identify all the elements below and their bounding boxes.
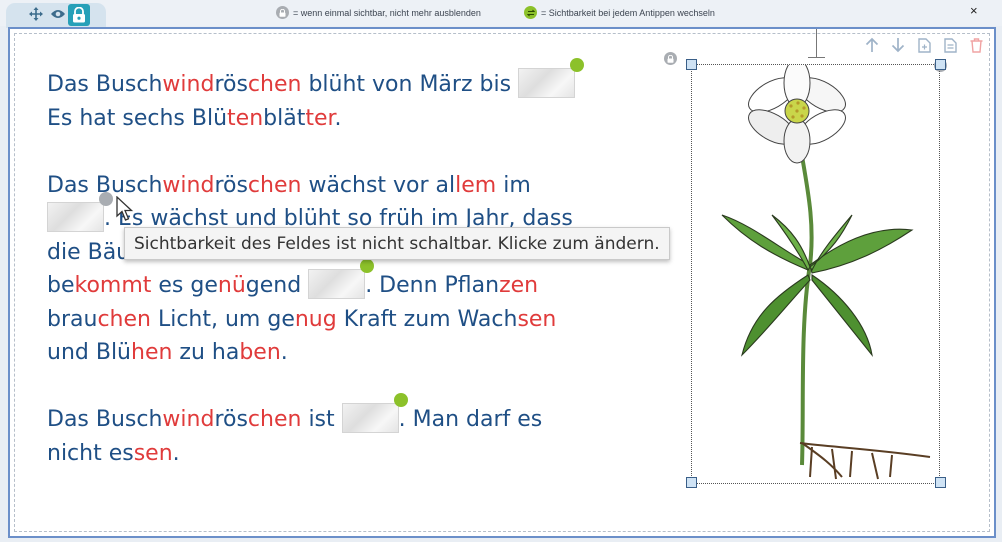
- trash-icon[interactable]: [968, 37, 984, 53]
- syllable: es ge: [151, 273, 218, 298]
- close-button[interactable]: ×: [970, 3, 978, 18]
- syllable-red: chen: [247, 72, 302, 97]
- syllable: zu ha: [172, 340, 240, 365]
- syllable-red: wind: [162, 72, 215, 97]
- image-frame[interactable]: [691, 58, 940, 484]
- toggle-badge-icon[interactable]: [393, 393, 408, 407]
- rotate-handle-bar[interactable]: [808, 57, 825, 58]
- text-line: nicht essen.: [47, 437, 667, 471]
- eye-icon[interactable]: [49, 5, 67, 23]
- duplicate-icon[interactable]: [916, 37, 932, 53]
- arrow-down-icon[interactable]: [890, 37, 906, 53]
- syllable: brau: [47, 306, 98, 332]
- syllable: . Man darf es: [398, 407, 543, 432]
- syllable-red: chen: [97, 306, 151, 332]
- hidden-word-field[interactable]: [47, 192, 113, 232]
- syllable: blüht von März bis: [301, 72, 519, 97]
- syllable: wächst vor al: [301, 172, 456, 198]
- syllable-red: sen: [517, 306, 557, 332]
- syllable-red: hen: [131, 340, 173, 365]
- wood-anemone-illustration: [721, 58, 931, 480]
- syllable: rös: [214, 407, 248, 432]
- syllable-red: kommt: [74, 273, 152, 298]
- worksheet-panel: Das Buschwindröschen blüht von März bis …: [8, 27, 996, 538]
- move-icon[interactable]: [27, 5, 45, 23]
- text-line: bekommt es genügend . Denn Pflanzen: [47, 259, 667, 303]
- hidden-word-field[interactable]: [518, 58, 585, 98]
- syllable: Kraft zum Wach: [336, 306, 518, 332]
- element-actions: [864, 37, 984, 53]
- lock-badge-icon[interactable]: [99, 192, 113, 206]
- syllable: im: [496, 172, 531, 198]
- legend-once-visible-label: = wenn einmal sichtbar, nicht mehr ausbl…: [293, 7, 481, 18]
- image-lock-badge-icon[interactable]: [664, 52, 677, 65]
- syllable: .: [280, 340, 288, 365]
- syllable-red: nug: [294, 306, 337, 332]
- resize-handle-top-right[interactable]: [935, 59, 946, 70]
- toggle-badge-icon[interactable]: [360, 259, 375, 273]
- text-line: brauchen Licht, um genug Kraft zum Wachs…: [47, 303, 667, 337]
- syllable-red: nü: [217, 273, 246, 298]
- text-line: Das Buschwindröschen wächst vor allem im: [47, 169, 667, 203]
- text-line: und Blühen zu haben.: [47, 336, 667, 370]
- syllable-red: lem: [455, 172, 497, 198]
- syllable: . Denn Pflan: [365, 273, 500, 298]
- visibility-tooltip: Sichtbarkeit des Feldes ist nicht schalt…: [124, 227, 670, 260]
- text-line: Das Buschwindröschen ist . Man darf es: [47, 393, 667, 437]
- legend-toggle-visibility: = Sichtbarkeit bei jedem Antippen wechse…: [524, 6, 715, 19]
- syllable: ist: [301, 407, 342, 432]
- syllable: Licht, um ge: [150, 306, 295, 332]
- syllable: Das Busch: [47, 72, 163, 97]
- syllable-red: ben: [239, 340, 281, 365]
- app-window: = wenn einmal sichtbar, nicht mehr ausbl…: [0, 0, 1002, 542]
- toggle-badge-icon: [524, 6, 537, 19]
- syllable-red: chen: [247, 172, 302, 198]
- syllable-red: wind: [162, 407, 215, 432]
- syllable: Das Busch: [47, 407, 163, 432]
- text-paragraph-3: Das Buschwindröschen ist . Man darf es ni…: [47, 393, 667, 471]
- syllable: blät: [263, 105, 306, 131]
- syllable: gend: [245, 273, 309, 298]
- top-toolbar: = wenn einmal sichtbar, nicht mehr ausbl…: [0, 0, 1002, 28]
- syllable: Es hat sechs Blü: [47, 105, 228, 131]
- text-paragraph-2: Das Buschwindröschen wächst vor allem im…: [47, 169, 667, 370]
- add-page-icon[interactable]: [942, 37, 958, 53]
- toggle-badge-icon[interactable]: [570, 58, 585, 72]
- syllable: und Blü: [47, 340, 131, 365]
- syllable-red: wind: [162, 172, 215, 198]
- syllable-red: ter: [305, 105, 335, 131]
- mouse-cursor-icon: [116, 196, 134, 221]
- resize-handle-bottom-right[interactable]: [935, 477, 946, 488]
- text-line: Das Buschwindröschen blüht von März bis: [47, 58, 667, 102]
- syllable: rös: [214, 172, 248, 198]
- hidden-word-field[interactable]: [308, 259, 375, 299]
- tool-group: [6, 3, 106, 28]
- syllable: nicht es: [47, 440, 134, 466]
- syllable-red: zen: [499, 273, 539, 298]
- syllable: be: [47, 273, 75, 298]
- syllable-red: sen: [133, 440, 173, 466]
- syllable-red: ten: [227, 105, 264, 131]
- cloze-text: Das Buschwindröschen blüht von März bis …: [47, 58, 667, 504]
- syllable: rös: [214, 72, 248, 97]
- text-paragraph-1: Das Buschwindröschen blüht von März bis …: [47, 58, 667, 136]
- rotate-handle-line[interactable]: [816, 29, 817, 58]
- hidden-word-field[interactable]: [341, 393, 408, 433]
- arrow-up-icon[interactable]: [864, 37, 880, 53]
- syllable-red: chen: [247, 407, 302, 432]
- lock-badge-icon: [276, 6, 289, 19]
- legend-toggle-visibility-label: = Sichtbarkeit bei jedem Antippen wechse…: [541, 7, 715, 18]
- syllable: .: [172, 440, 180, 466]
- legend-once-visible: = wenn einmal sichtbar, nicht mehr ausbl…: [276, 6, 481, 19]
- resize-handle-top-left[interactable]: [686, 59, 697, 70]
- syllable: .: [334, 105, 342, 131]
- text-line: Es hat sechs Blütenblätter.: [47, 102, 667, 136]
- resize-handle-bottom-left[interactable]: [686, 477, 697, 488]
- visibility-lock-icon[interactable]: [68, 4, 90, 26]
